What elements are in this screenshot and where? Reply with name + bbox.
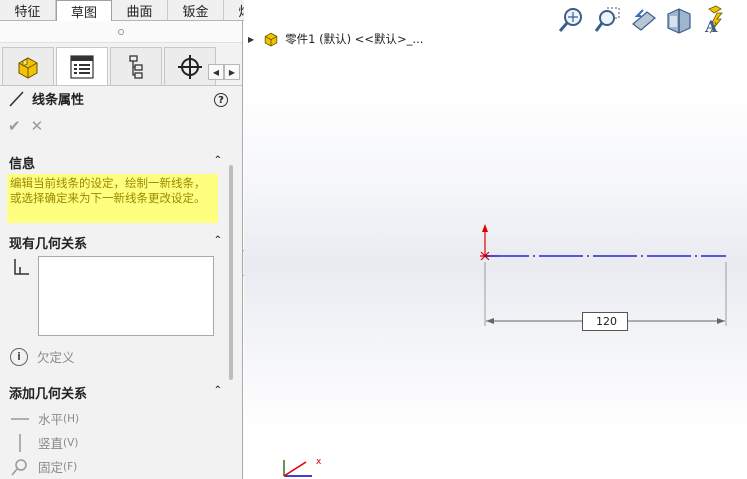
- horizontal-label: 水平: [38, 412, 64, 427]
- part-name: 零件1 (默认) <<默认>_...: [285, 32, 424, 46]
- vertical-shortcut: (V): [63, 436, 79, 449]
- view-orientation-icon[interactable]: A: [700, 4, 730, 36]
- existing-relations-header[interactable]: 现有几何关系 ⌃: [0, 232, 228, 252]
- part-icon: [264, 32, 278, 47]
- tab-sketch[interactable]: 草图: [56, 0, 112, 22]
- ok-checkmark-icon[interactable]: ✔: [8, 117, 21, 135]
- configuration-manager-tab[interactable]: [110, 47, 162, 85]
- property-manager-tab[interactable]: [56, 47, 108, 85]
- scroll-right-icon[interactable]: ▶: [224, 64, 240, 80]
- fix-icon: [10, 458, 30, 476]
- scroll-left-icon[interactable]: ◀: [208, 64, 224, 80]
- panel-scrollbar[interactable]: [229, 165, 233, 380]
- dimension-value-box[interactable]: 120: [582, 312, 628, 331]
- zoom-to-area-icon[interactable]: [592, 4, 622, 36]
- info-section-header[interactable]: 信息 ⌃: [0, 152, 228, 172]
- property-manager-header: 线条属性: [8, 89, 84, 108]
- svg-text:A: A: [704, 17, 718, 35]
- expand-arrow-icon[interactable]: ▶: [248, 35, 254, 44]
- tab-features[interactable]: 特征: [0, 0, 56, 21]
- origin-arrow-icon: [482, 224, 488, 232]
- existing-relations-title: 现有几何关系: [9, 236, 88, 252]
- horizontal-icon: [10, 417, 30, 421]
- property-manager-title: 线条属性: [32, 93, 85, 108]
- config-tree-icon: [129, 54, 143, 79]
- info-message: 编辑当前线条的设定，绘制一新线条，或选择确定来为下一新线条更改设定。: [7, 174, 218, 223]
- relation-icon: [12, 258, 30, 280]
- previous-view-icon[interactable]: [628, 4, 658, 36]
- fix-shortcut: (F): [63, 460, 78, 473]
- definition-status: i 欠定义: [10, 347, 75, 366]
- crosshair-icon: [178, 54, 202, 79]
- panel-grip[interactable]: [0, 21, 242, 43]
- line-icon: [9, 90, 24, 107]
- add-relations-header[interactable]: 添加几何关系 ⌃: [0, 382, 228, 402]
- dimension-arrow-left-icon: [486, 318, 494, 324]
- tab-surfaces[interactable]: 曲面: [112, 0, 168, 21]
- info-section-title: 信息: [9, 156, 36, 172]
- add-relation-vertical[interactable]: 竖直 (V): [10, 433, 78, 452]
- cancel-x-icon[interactable]: ✕: [31, 117, 44, 135]
- vertical-label: 竖直: [38, 436, 64, 451]
- grip-icon: [118, 28, 124, 35]
- add-relation-horizontal[interactable]: 水平 (H): [10, 409, 79, 428]
- vertical-icon: [10, 433, 30, 452]
- property-list-icon: [70, 54, 94, 79]
- horizontal-shortcut: (H): [63, 412, 80, 425]
- collapse-chevron-icon[interactable]: ⌃: [214, 155, 222, 166]
- help-icon[interactable]: ?: [214, 93, 228, 107]
- tab-sheet-metal[interactable]: 钣金: [168, 0, 224, 21]
- triad-x-label: x: [316, 457, 322, 467]
- add-relation-fix[interactable]: 固定 (F): [10, 457, 77, 476]
- flyout-tree-row[interactable]: ▶ 零件1 (默认) <<默认>_...: [248, 30, 423, 48]
- part-icon: [18, 56, 38, 79]
- reference-triad: x: [276, 452, 336, 479]
- collapse-chevron-icon[interactable]: ⌃: [214, 385, 222, 396]
- section-view-icon[interactable]: [664, 4, 694, 36]
- manager-tabs: ◀ ▶: [0, 43, 242, 86]
- feature-manager-tab[interactable]: [2, 47, 54, 85]
- collapse-chevron-icon[interactable]: ⌃: [214, 235, 222, 246]
- confirm-row: ✔ ✕: [8, 117, 43, 135]
- dimension-arrow-right-icon: [717, 318, 725, 324]
- heads-up-view-toolbar: A: [556, 4, 730, 36]
- zoom-to-fit-icon[interactable]: [556, 4, 586, 36]
- fix-label: 固定: [38, 460, 64, 475]
- definition-status-text: 欠定义: [37, 350, 75, 365]
- existing-relations-list[interactable]: [38, 256, 214, 336]
- info-icon: i: [10, 347, 28, 366]
- command-manager-tabs: 特征 草图 曲面 钣金 焊件: [0, 0, 280, 22]
- add-relations-title: 添加几何关系: [9, 386, 88, 402]
